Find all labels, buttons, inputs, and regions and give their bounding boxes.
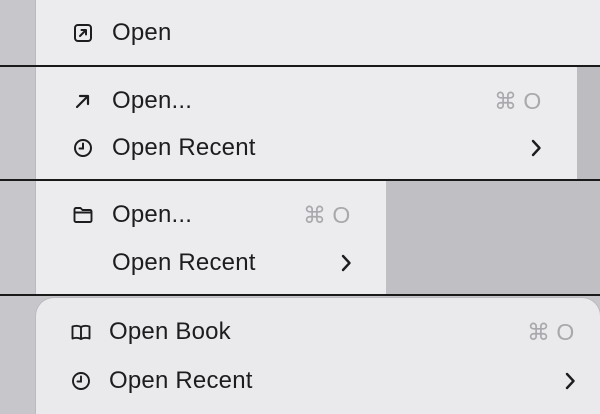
keyboard-shortcut: ⌘ O <box>494 88 542 114</box>
menu-item-open[interactable]: Open... ⌘ O <box>36 195 386 235</box>
divider <box>0 294 600 296</box>
menu-variant-1: Open <box>36 0 600 65</box>
open-square-arrow-icon <box>72 22 94 44</box>
keyboard-shortcut: ⌘ O <box>303 202 351 228</box>
menu-variant-2: Open... ⌘ O Open Recent <box>36 67 577 179</box>
menu-item-open-recent[interactable]: Open Recent <box>36 128 577 168</box>
menu-item-label: Open... <box>112 201 193 228</box>
folder-icon <box>72 204 94 226</box>
menu-item-open-book[interactable]: Open Book ⌘ O <box>36 312 600 352</box>
keyboard-shortcut: ⌘ O <box>527 319 575 345</box>
backdrop-strip <box>577 67 600 179</box>
menu-item-open-recent[interactable]: Open Recent <box>36 243 386 283</box>
menu-item-open[interactable]: Open... ⌘ O <box>36 81 577 121</box>
clock-icon <box>72 137 94 159</box>
menu-item-label: Open Recent <box>112 134 256 161</box>
backdrop-strip <box>386 181 600 294</box>
menu-item-label: Open... <box>112 87 193 114</box>
menu-item-label: Open Recent <box>109 367 253 394</box>
menu-item-label: Open <box>112 19 172 46</box>
arrow-up-right-icon <box>72 90 94 112</box>
chevron-right-icon <box>528 137 544 159</box>
clock-icon <box>70 370 92 392</box>
menu-item-open[interactable]: Open <box>36 13 600 53</box>
book-icon <box>70 321 92 343</box>
menu-variant-4: Open Book ⌘ O Open Recent <box>36 298 600 414</box>
menu-item-label: Open Book <box>109 318 231 345</box>
menu-item-open-recent[interactable]: Open Recent <box>36 361 600 401</box>
menu-variant-3: Open... ⌘ O Open Recent <box>36 181 386 294</box>
chevron-right-icon <box>338 252 354 274</box>
menu-item-label: Open Recent <box>112 249 256 276</box>
chevron-right-icon <box>562 370 578 392</box>
